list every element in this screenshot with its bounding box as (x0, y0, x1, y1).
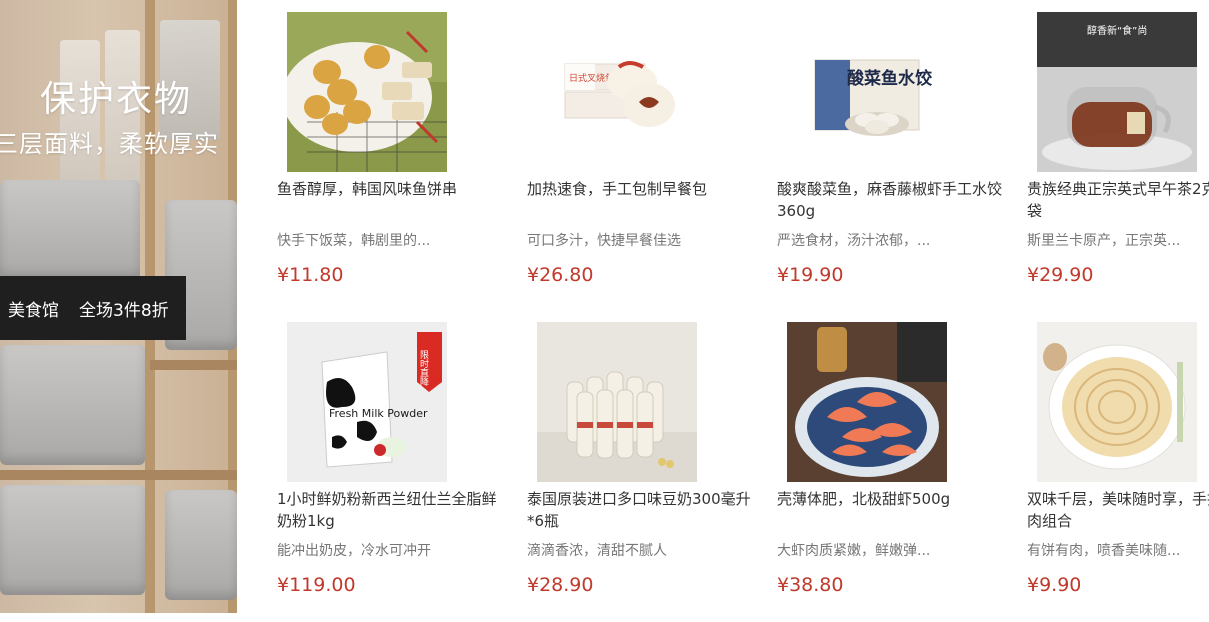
product-desc: 能冲出奶皮，冷水可冲开 (277, 543, 431, 559)
product-name[interactable]: 泰国原装进口多口味豆奶300毫升*6瓶 (527, 488, 757, 532)
product-image-soy-milk[interactable] (537, 322, 697, 482)
product-price: ¥9.90 (1027, 574, 1082, 596)
product-card[interactable]: 鱼香醇厚，韩国风味鱼饼串 快手下饭菜，韩剧里的... ¥11.80 (270, 12, 510, 312)
product-price: ¥28.90 (527, 574, 594, 596)
product-name[interactable]: 鱼香醇厚，韩国风味鱼饼串 (277, 178, 507, 222)
product-price: ¥11.80 (277, 264, 344, 286)
product-desc: 可口多汁，快捷早餐佳选 (527, 233, 681, 249)
banner-tag-bar[interactable]: 美食馆 全场3件8折 (0, 276, 186, 340)
product-card[interactable]: 醇香新“食”尚 贵族经典正宗英式早午茶2克*25袋 斯里兰卡原产，正宗英... … (1020, 12, 1209, 312)
promo-banner[interactable]: 保护衣物 三层面料，柔软厚实 美食馆 全场3件8折 (0, 0, 237, 613)
banner-tag-discount[interactable]: 全场3件8折 (79, 296, 169, 321)
product-image-pancake[interactable] (1037, 322, 1197, 482)
product-image-dumplings[interactable]: 酸菜鱼水饺 (787, 12, 947, 172)
product-desc: 斯里兰卡原产，正宗英... (1027, 233, 1181, 249)
storage-box (165, 490, 237, 600)
product-card[interactable]: 双味千层，美味随时享，手抓饼烤肉组合 有饼有肉，喷香美味随... ¥9.90 (1020, 322, 1209, 622)
tea-slogan: 醇香新“食”尚 (1087, 24, 1147, 37)
shelf-board (0, 470, 237, 480)
product-image-tea[interactable]: 醇香新“食”尚 (1037, 12, 1197, 172)
milk-sale-badge: 限时直降 (418, 350, 429, 387)
product-desc: 大虾肉质紧嫩，鲜嫩弹... (777, 543, 931, 559)
storage-box (0, 180, 140, 280)
product-name[interactable]: 1小时鲜奶粉新西兰纽仕兰全脂鲜奶粉1kg (277, 488, 507, 532)
shelf-board (150, 360, 237, 370)
product-desc: 滴滴香浓，清甜不腻人 (527, 543, 667, 559)
storage-box (0, 345, 145, 465)
product-price: ¥38.80 (777, 574, 844, 596)
product-price: ¥119.00 (277, 574, 356, 596)
product-desc: 有饼有肉，喷香美味随... (1027, 543, 1181, 559)
product-card[interactable]: 壳薄体肥，北极甜虾500g 大虾肉质紧嫩，鲜嫩弹... ¥38.80 (770, 322, 1010, 622)
product-name[interactable]: 加热速食，手工包制早餐包 (527, 178, 757, 222)
product-desc: 严选食材，汤汁浓郁，... (777, 233, 931, 249)
milk-brand-text: Fresh Milk Powder (329, 407, 428, 420)
product-card[interactable]: 泰国原装进口多口味豆奶300毫升*6瓶 滴滴香浓，清甜不腻人 ¥28.90 (520, 322, 760, 622)
product-price: ¥19.90 (777, 264, 844, 286)
product-name[interactable]: 双味千层，美味随时享，手抓饼烤肉组合 (1027, 488, 1209, 532)
product-card[interactable]: 日式叉烧包 加热速食，手工包制早餐包 可口多汁，快捷早餐佳选 ¥26.80 (520, 12, 760, 312)
product-image-fish-cake[interactable] (287, 12, 447, 172)
product-image-milk-powder[interactable]: Fresh Milk Powder 限时直降 (287, 322, 447, 482)
product-desc: 快手下饭菜，韩剧里的... (277, 233, 431, 249)
product-card[interactable]: 酸菜鱼水饺 酸爽酸菜鱼，麻香藤椒虾手工水饺360g 严选食材，汤汁浓郁，... … (770, 12, 1010, 312)
banner-title: 保护衣物 (40, 79, 193, 120)
product-image-shrimp[interactable] (787, 322, 947, 482)
banner-tag-store[interactable]: 美食馆 (8, 296, 59, 321)
product-name[interactable]: 贵族经典正宗英式早午茶2克*25袋 (1027, 178, 1209, 222)
storage-box (0, 485, 145, 595)
product-price: ¥29.90 (1027, 264, 1094, 286)
product-price: ¥26.80 (527, 264, 594, 286)
product-card[interactable]: Fresh Milk Powder 限时直降 1小时鲜奶粉新西兰纽仕兰全脂鲜奶粉… (270, 322, 510, 622)
banner-subtitle: 三层面料，柔软厚实 (0, 130, 219, 158)
product-image-buns[interactable]: 日式叉烧包 (537, 12, 697, 172)
product-name[interactable]: 壳薄体肥，北极甜虾500g (777, 488, 1007, 532)
dumpling-pack-title: 酸菜鱼水饺 (847, 68, 933, 89)
product-name[interactable]: 酸爽酸菜鱼，麻香藤椒虾手工水饺360g (777, 178, 1007, 222)
